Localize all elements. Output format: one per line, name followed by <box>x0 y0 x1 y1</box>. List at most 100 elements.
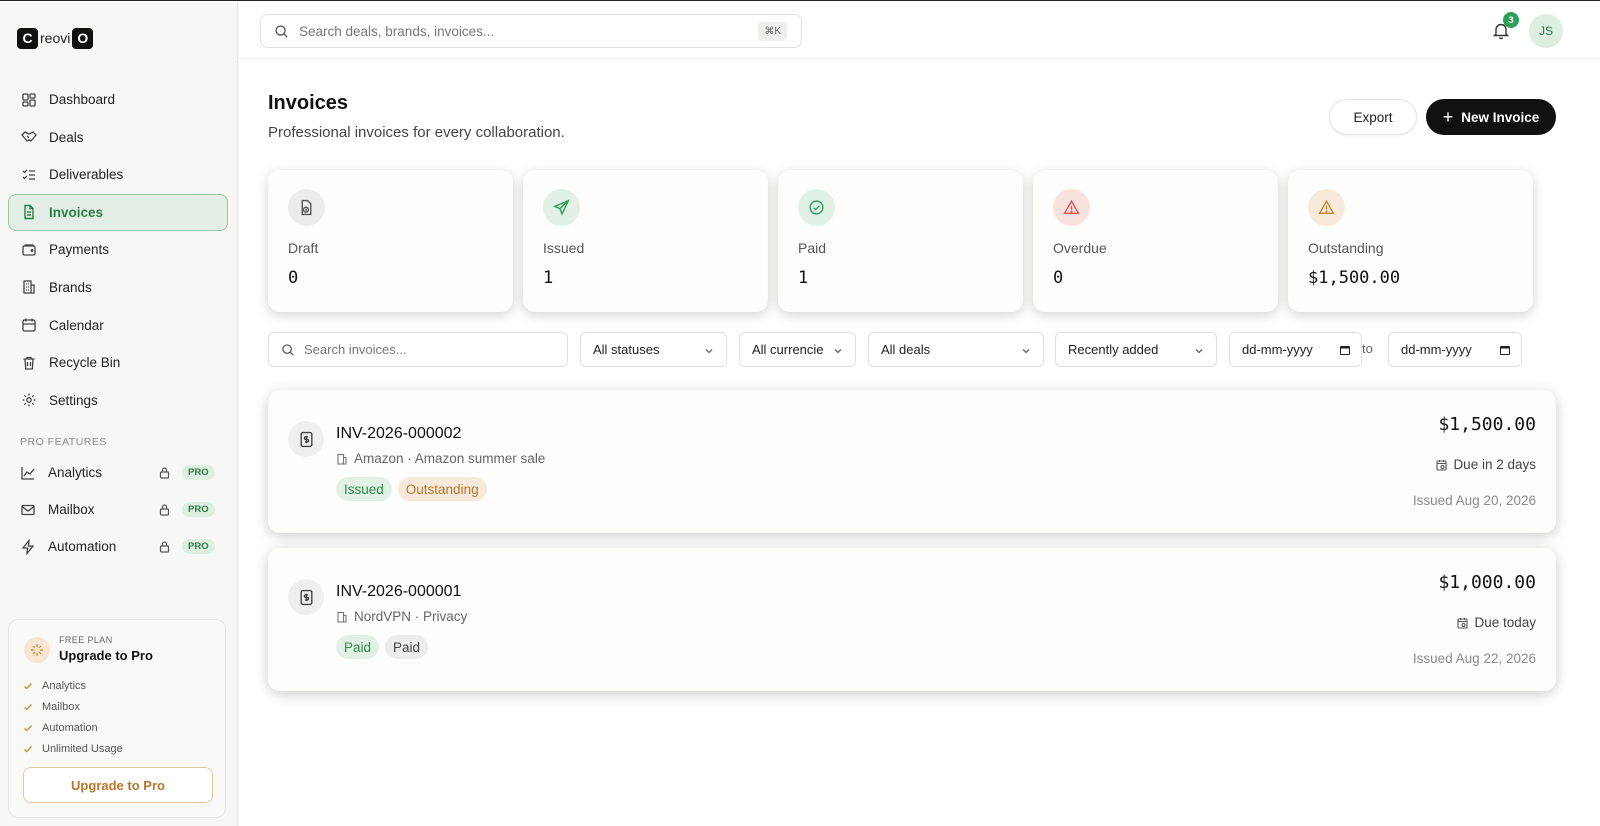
calendar-icon <box>22 318 36 332</box>
stat-label: Paid <box>798 240 827 256</box>
avatar[interactable]: JS <box>1529 14 1563 48</box>
notification-count: 3 <box>1503 12 1519 28</box>
invoice-issued-date: Issued Aug 22, 2026 <box>1412 651 1536 666</box>
wallet-icon <box>22 244 36 256</box>
search-input[interactable] <box>299 23 739 39</box>
sidebar-item-label: Payments <box>49 242 110 258</box>
sidebar-item-dashboard[interactable]: Dashboard <box>8 81 228 118</box>
deals-select-value: All deals <box>881 342 931 357</box>
mail-icon <box>21 504 35 515</box>
export-button[interactable]: Export <box>1329 99 1417 135</box>
building-icon <box>337 611 347 623</box>
stat-value: $1,500.00 <box>1308 268 1401 288</box>
sidebar-item-analytics[interactable]: Analytics PRO <box>8 454 228 491</box>
topbar: ⌘K 3 JS <box>238 2 1600 59</box>
currency-select[interactable]: All currencie <box>739 332 856 367</box>
invoice-card[interactable]: INV-2026-000001 NordVPN · Privacy Paid P… <box>268 548 1556 691</box>
stat-card-overdue: Overdue 0 <box>1033 170 1278 312</box>
sidebar-item-payments[interactable]: Payments <box>8 231 228 268</box>
page-subtitle: Professional invoices for every collabor… <box>268 124 565 141</box>
lock-icon <box>159 504 170 516</box>
deals-select[interactable]: All deals <box>868 332 1044 367</box>
sidebar-item-mailbox[interactable]: Mailbox PRO <box>8 491 228 528</box>
sidebar-item-label: Deliverables <box>49 167 124 183</box>
sort-select-value: Recently added <box>1068 342 1159 357</box>
draft-icon <box>288 189 325 226</box>
status-badge: Issued <box>336 477 392 501</box>
sidebar-item-brands[interactable]: Brands <box>8 269 228 306</box>
feature-label: Unlimited Usage <box>42 742 123 755</box>
payment-badge: Paid <box>385 635 429 659</box>
invoice-due-label: Due in 2 days <box>1453 457 1536 472</box>
logo-letter-left: C <box>17 27 38 49</box>
stat-card-paid: Paid 1 <box>778 170 1023 312</box>
document-icon <box>24 205 34 220</box>
sidebar-item-label: Recycle Bin <box>49 355 121 371</box>
invoice-card[interactable]: INV-2026-000002 Amazon · Amazon summer s… <box>268 390 1556 533</box>
sidebar-item-invoices[interactable]: Invoices <box>8 193 228 231</box>
main-content: Invoices Professional invoices for every… <box>238 59 1600 826</box>
logo[interactable]: C reovi O <box>17 27 94 49</box>
app-frame: C reovi O Dashboard Deals Deliverables I… <box>0 0 1600 826</box>
trash-icon <box>23 356 35 370</box>
chevron-down-icon <box>705 349 713 354</box>
sidebar-nav: Dashboard Deals Deliverables Invoices Pa… <box>8 81 228 419</box>
sparkle-icon <box>24 637 50 663</box>
sidebar-item-calendar[interactable]: Calendar <box>8 307 228 344</box>
pro-features-heading: PRO FEATURES <box>20 436 107 448</box>
sidebar-item-label: Settings <box>49 392 98 408</box>
sidebar-item-label: Calendar <box>49 317 104 333</box>
receipt-icon <box>288 421 324 457</box>
status-select-value: All statuses <box>593 342 660 357</box>
lock-icon <box>159 467 170 479</box>
date-from-value: dd-mm-yyyy <box>1242 342 1313 357</box>
lock-icon <box>159 541 170 553</box>
warning-icon <box>1053 189 1090 226</box>
date-to-value: dd-mm-yyyy <box>1401 342 1472 357</box>
date-from-input[interactable]: dd-mm-yyyy <box>1229 332 1362 367</box>
dashboard-icon <box>22 92 36 107</box>
sidebar-item-label: Mailbox <box>48 502 95 517</box>
calendar-clock-icon <box>1457 617 1469 629</box>
receipt-icon <box>288 579 324 615</box>
feature-label: Analytics <box>42 679 87 692</box>
sidebar-item-label: Automation <box>48 539 117 554</box>
pro-badge: PRO <box>182 539 215 554</box>
check-circle-icon <box>798 189 835 226</box>
global-search[interactable]: ⌘K <box>260 14 802 48</box>
sidebar-item-recycle-bin[interactable]: Recycle Bin <box>8 344 228 381</box>
feature-item: Automation <box>23 717 123 738</box>
invoice-number: INV-2026-000001 <box>336 583 462 600</box>
invoice-due: Due in 2 days <box>1436 457 1536 472</box>
feature-label: Mailbox <box>42 700 80 713</box>
invoice-brand-deal: NordVPN · Privacy <box>354 609 468 624</box>
pro-nav: Analytics PRO Mailbox PRO Automation PRO <box>8 454 228 565</box>
chevron-down-icon <box>1022 349 1030 354</box>
stat-value: 1 <box>798 268 809 288</box>
chart-line-icon <box>21 466 35 480</box>
invoice-search[interactable] <box>268 332 568 367</box>
upgrade-card: FREE PLAN Upgrade to Pro Analytics Mailb… <box>8 619 226 818</box>
check-icon <box>24 724 32 731</box>
upgrade-button[interactable]: Upgrade to Pro <box>23 767 213 803</box>
date-to-input[interactable]: dd-mm-yyyy <box>1388 332 1522 367</box>
shortcut-badge: ⌘K <box>758 22 787 41</box>
sidebar-item-settings[interactable]: Settings <box>8 382 228 419</box>
invoice-search-input[interactable] <box>304 342 554 357</box>
date-range-separator: to <box>1362 341 1373 356</box>
check-icon <box>24 682 32 689</box>
calendar-icon <box>1500 346 1510 355</box>
invoice-meta: Amazon · Amazon summer sale <box>336 451 545 466</box>
sidebar-item-label: Brands <box>49 279 92 295</box>
sort-select[interactable]: Recently added <box>1055 332 1217 367</box>
sidebar-item-automation[interactable]: Automation PRO <box>8 528 228 565</box>
sidebar-item-deals[interactable]: Deals <box>8 119 228 156</box>
new-invoice-button[interactable]: + New Invoice <box>1426 99 1556 135</box>
sidebar: C reovi O Dashboard Deals Deliverables I… <box>0 2 238 826</box>
sidebar-item-label: Deals <box>49 129 84 145</box>
status-select[interactable]: All statuses <box>580 332 727 367</box>
feature-label: Automation <box>42 721 98 734</box>
invoice-issued-date: Issued Aug 20, 2026 <box>1412 493 1536 508</box>
sidebar-item-deliverables[interactable]: Deliverables <box>8 156 228 193</box>
invoice-due-label: Due today <box>1474 615 1536 630</box>
